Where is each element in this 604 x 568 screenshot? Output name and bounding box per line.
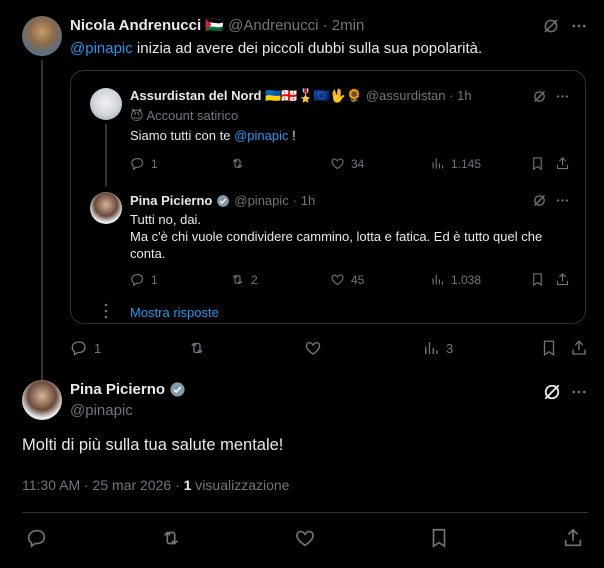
heart-icon [331,274,344,286]
retweet-icon [232,274,243,285]
tweetA-time[interactable]: · 1h [449,88,471,103]
more-icon[interactable] [570,383,588,401]
like-button[interactable] [304,339,322,357]
grok-icon[interactable] [542,382,562,402]
reply-icon [131,273,144,287]
views-button[interactable]: 3 [422,339,453,357]
tweet1-handle[interactable]: @Andrenucci [228,17,318,34]
reply-button[interactable]: 1 [130,156,158,171]
retweet-icon [163,531,179,545]
bookmark-button[interactable] [428,527,450,549]
tweetB-author-name[interactable]: Pina Picierno [130,193,212,208]
share-icon[interactable] [555,272,570,287]
divider [22,512,588,513]
avatar-pina-small[interactable] [90,192,122,224]
retweet-button[interactable]: 2 [230,272,258,287]
like-button[interactable]: 34 [330,156,364,171]
reply-button[interactable]: 1 [130,272,158,287]
tweetA-mention[interactable]: @pinapic [234,128,288,143]
flag-emoji: 🇵🇸 [205,17,224,34]
grok-icon[interactable] [532,193,547,208]
reply-icon [71,341,86,357]
heart-icon [331,158,344,170]
tweetB-handle[interactable]: @pinapic [234,193,288,208]
heart-icon [305,342,321,355]
tweet1-author-name[interactable]: Nicola Andrenucci [70,17,201,34]
more-icon[interactable] [555,89,570,104]
reply-icon [27,529,46,548]
reply-button[interactable]: 1 [70,339,101,357]
grok-icon[interactable] [542,17,560,35]
share-button[interactable] [562,527,584,549]
bookmark-icon[interactable] [530,272,545,287]
views-label: visualizzazione [191,477,290,493]
retweet-button[interactable] [230,156,251,171]
retweet-button[interactable] [160,527,182,549]
share-icon[interactable] [555,156,570,171]
main-handle[interactable]: @pinapic [70,402,133,419]
retweet-icon [191,342,203,354]
bookmark-icon[interactable] [540,339,558,357]
avatar-assurdistan[interactable] [90,88,122,120]
verified-badge-icon [169,381,186,398]
timestamp-text[interactable]: 11:30 AM · 25 mar 2026 · [22,477,184,493]
main-tweet-text: Molti di più sulla tua salute mentale! [22,436,284,454]
tweet1-text: @pinapic inizia ad avere dei piccoli dub… [70,40,483,57]
tweetA-handle[interactable]: @assurdistan [366,88,446,103]
tweetA-header: Assurdistan del Nord 🇺🇦🇬🇪🎖️🇪🇺🖖🌻 @assurdi… [130,88,472,104]
satire-label-text: Account satirico [146,108,239,123]
tweetA-author-name[interactable]: Assurdistan del Nord [130,88,261,103]
reply-button[interactable] [26,527,48,549]
bookmark-icon[interactable] [530,156,545,171]
tweetA-text: Siamo tutti con te @pinapic ! [130,128,296,143]
satire-icon: 😈 [130,108,144,123]
satire-label: 😈 Account satirico [130,108,238,124]
thread-line-quote [105,124,107,186]
views-button[interactable]: 1.038 [430,272,481,287]
grok-icon[interactable] [532,89,547,104]
views-icon [432,274,444,285]
retweet-icon [232,158,243,169]
tweetB-time[interactable]: · 1h [293,193,315,208]
heart-icon [296,530,314,547]
tweet1-mention[interactable]: @pinapic [70,40,133,57]
more-icon[interactable] [555,193,570,208]
main-author: Pina Picierno [70,381,186,398]
views-button[interactable]: 1.145 [430,156,481,171]
retweet-button[interactable] [188,339,206,357]
verified-badge-icon [216,194,230,208]
avatar-pina[interactable] [22,380,62,420]
tweet1-time[interactable]: · 2min [323,17,365,34]
thread-line [41,60,43,382]
show-replies-link[interactable]: Mostra risposte [130,305,219,320]
tweetB-header: Pina Picierno @pinapic · 1h [130,193,315,208]
bookmark-icon [432,528,446,548]
main-timestamp: 11:30 AM · 25 mar 2026 · 1 visualizzazio… [22,477,289,493]
tweet1-header: Nicola Andrenucci 🇵🇸 @Andrenucci · 2min [70,16,364,34]
dotted-thread-icon [104,303,108,321]
views-icon [425,342,438,354]
more-icon[interactable] [570,17,588,35]
share-icon [564,528,582,547]
like-button[interactable] [294,527,316,549]
tweetA-emojis: 🇺🇦🇬🇪🎖️🇪🇺🖖🌻 [265,88,363,103]
share-icon[interactable] [570,339,588,357]
tweetB-text: Tutti no, dai. Ma c'è chi vuole condivid… [130,212,543,261]
main-author-name[interactable]: Pina Picierno [70,381,165,398]
avatar-nicola[interactable] [22,16,62,56]
reply-icon [131,157,144,171]
views-icon [432,158,444,169]
like-button[interactable]: 45 [330,272,364,287]
